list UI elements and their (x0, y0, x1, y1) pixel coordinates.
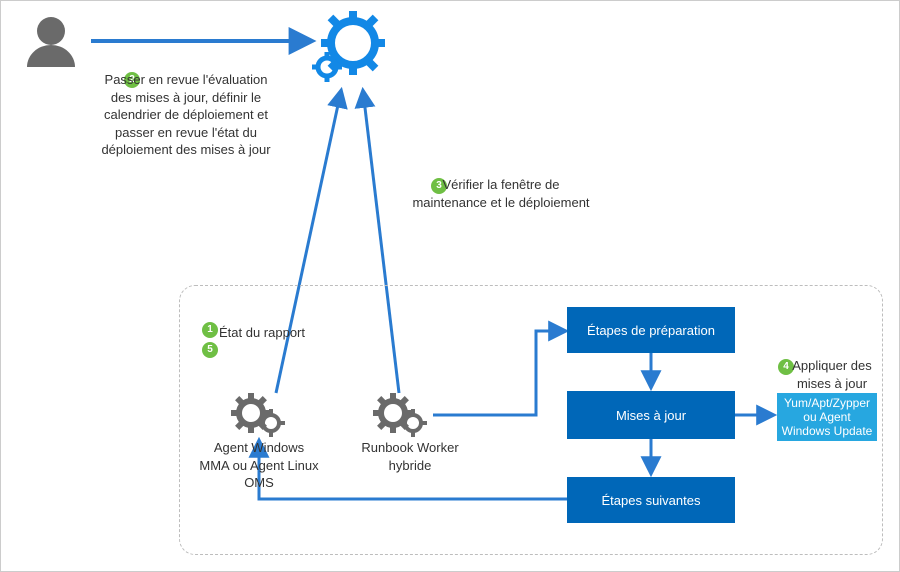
diagram-canvas: 2 3 1 5 4 Passer en revue l'évaluation d… (0, 0, 900, 572)
step4-text: Appliquer des mises à jour (777, 357, 887, 392)
step3-text: Vérifier la fenêtre de maintenance et le… (411, 176, 591, 211)
step2-text: Passer en revue l'évaluation des mises à… (96, 71, 276, 159)
agent-label: Agent Windows MMA ou Agent Linux OMS (199, 439, 319, 492)
automation-gear-bolt-icon (312, 11, 385, 82)
box-after: Étapes suivantes (567, 477, 735, 523)
runbook-label: Runbook Worker hybride (345, 439, 475, 474)
user-icon (27, 17, 75, 67)
box-preparation: Étapes de préparation (567, 307, 735, 353)
box-updates: Mises à jour (567, 391, 735, 439)
badge-step-1: 1 (202, 322, 218, 338)
step1-text: État du rapport (219, 324, 339, 342)
box-package-managers: Yum/Apt/Zypper ou Agent Windows Update (777, 393, 877, 441)
badge-step-5: 5 (202, 342, 218, 358)
